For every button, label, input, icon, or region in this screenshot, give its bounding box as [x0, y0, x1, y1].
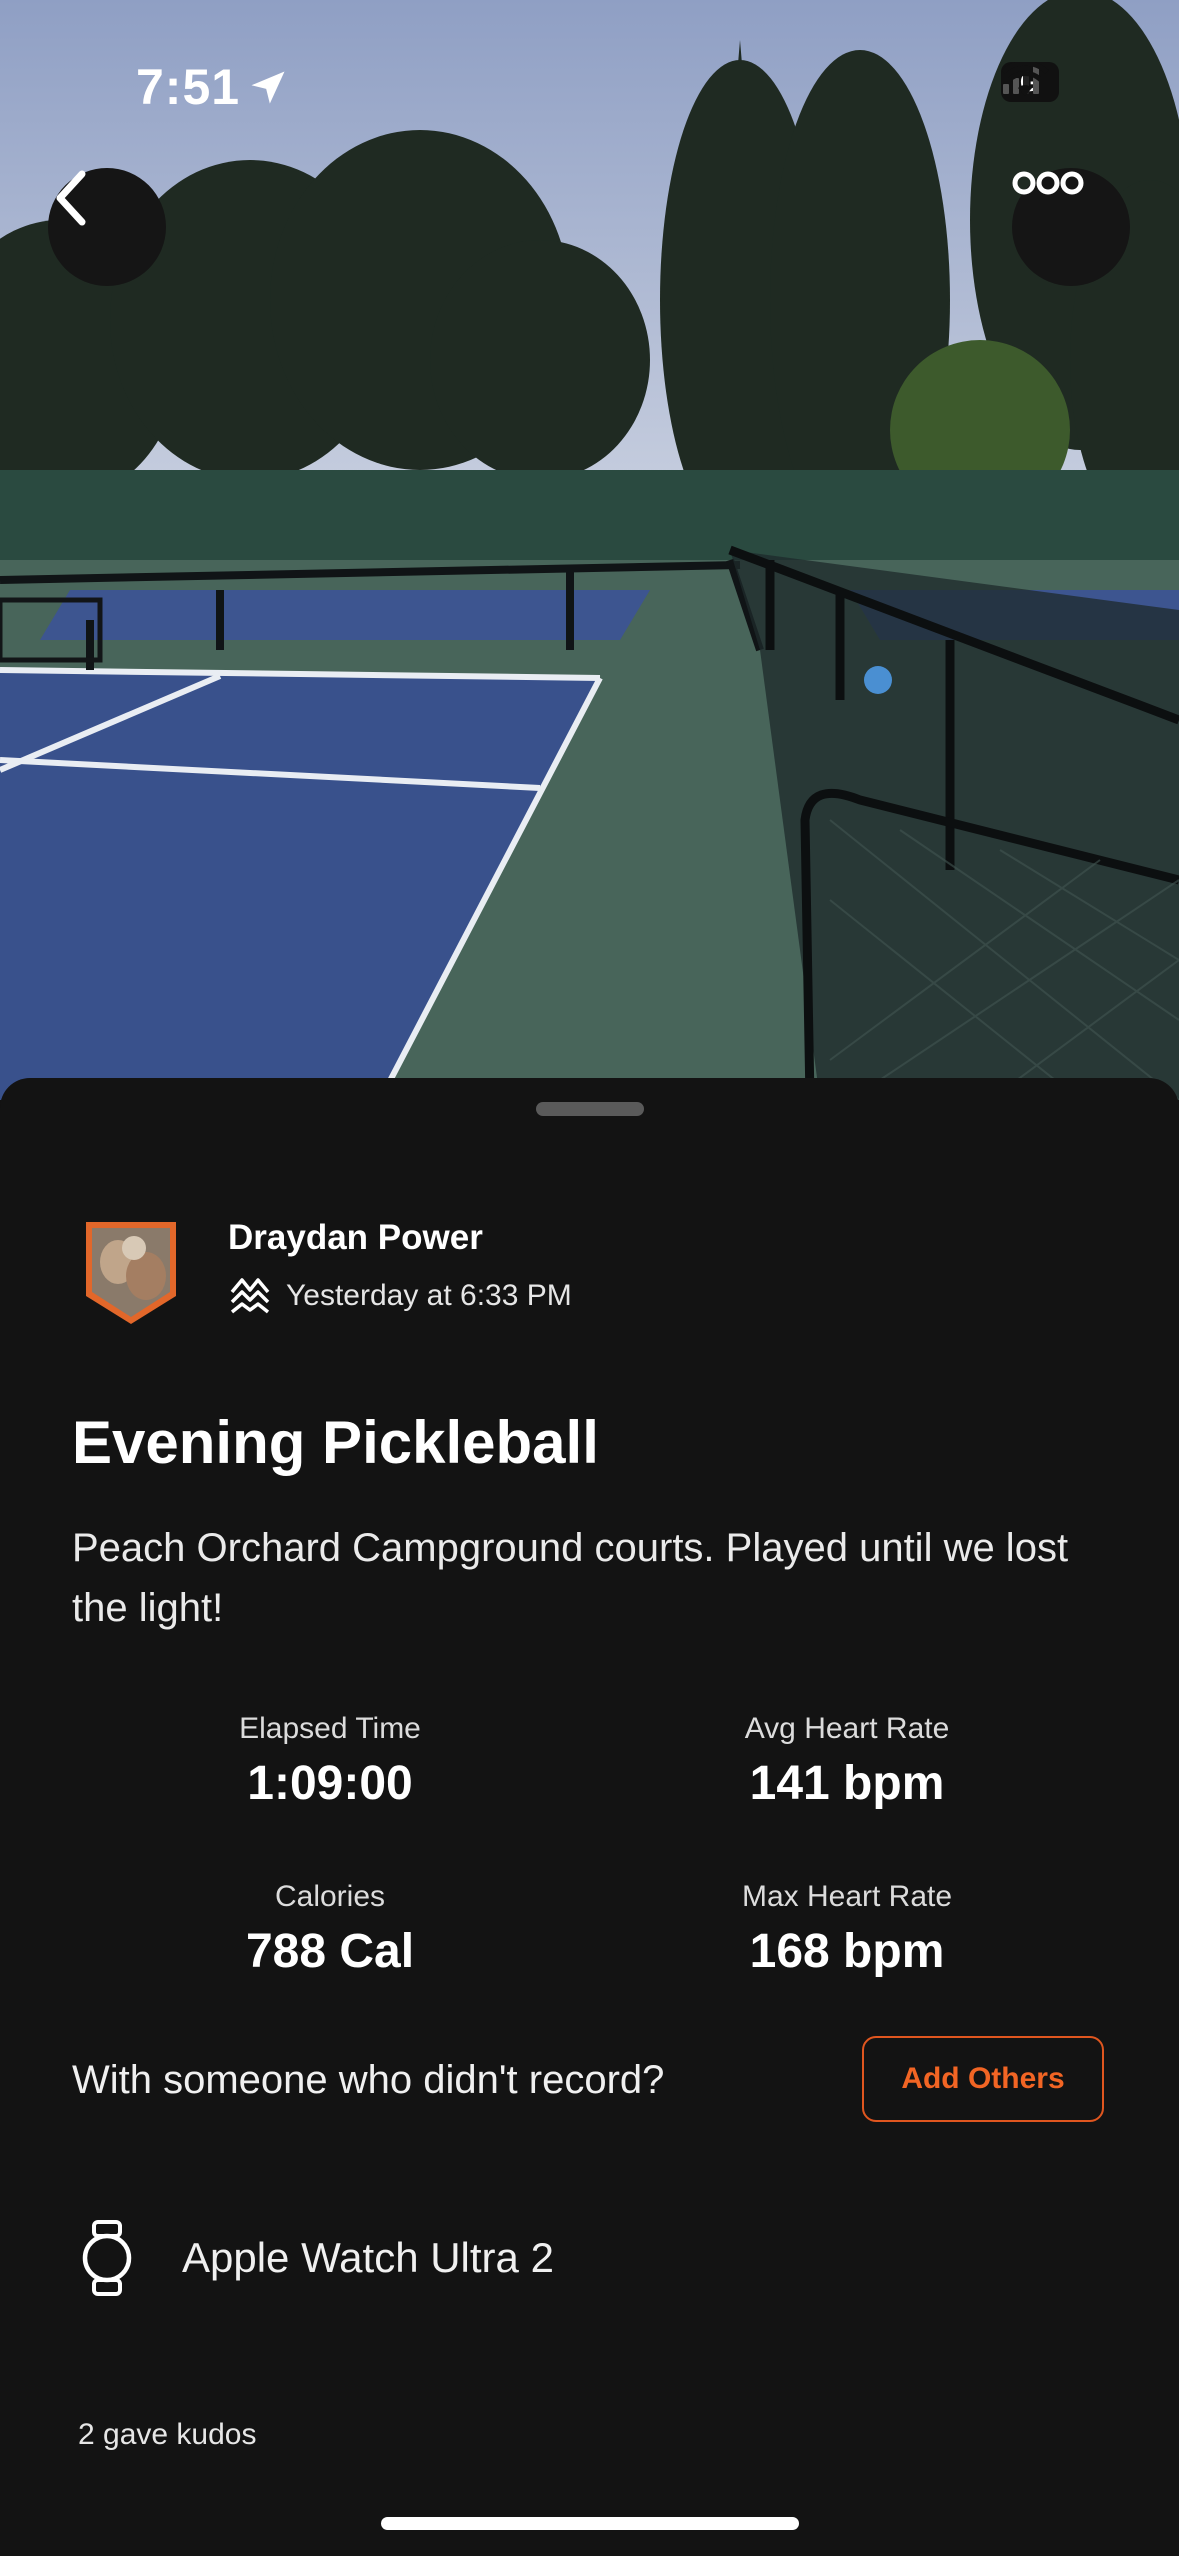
chevron-left-icon — [56, 170, 86, 226]
activity-photo[interactable]: 7:51 G — [0, 0, 1179, 1100]
stat-value: 788 Cal — [245, 1925, 415, 1978]
stat-value: 1:09:00 — [247, 1757, 413, 1810]
status-icons: G — [1001, 62, 1059, 102]
back-button[interactable] — [48, 168, 166, 286]
stat-label: Calories — [274, 1880, 386, 1913]
status-time: 7:51 — [136, 59, 241, 115]
stat-elapsed-time: Elapsed Time 1:09:00 — [120, 1712, 540, 1811]
pickleball-court-scene — [0, 0, 1179, 1100]
activity-timestamp: Yesterday at 6:33 PM — [286, 1279, 572, 1312]
activity-title: Evening Pickleball — [72, 1409, 599, 1476]
more-options-button[interactable] — [1012, 168, 1130, 286]
more-horizontal-icon — [1012, 171, 1084, 195]
athlete-avatar[interactable] — [82, 1218, 180, 1328]
activity-meta: Yesterday at 6:33 PM — [228, 1274, 572, 1318]
stat-avg-heart-rate: Avg Heart Rate 141 bpm — [637, 1712, 1057, 1811]
activity-detail-sheet: Draydan Power Yesterday at 6:33 PM Eveni… — [0, 1078, 1179, 2556]
sheet-grabber[interactable] — [536, 1102, 644, 1116]
activity-type-icon — [230, 1278, 270, 1314]
athlete-name[interactable]: Draydan Power — [228, 1218, 483, 1258]
watch-icon — [82, 2220, 132, 2296]
stat-calories: Calories 788 Cal — [120, 1880, 540, 1979]
stat-value: 168 bpm — [749, 1925, 945, 1978]
home-indicator[interactable] — [381, 2517, 799, 2530]
stat-value: 141 bpm — [749, 1757, 945, 1810]
stat-label: Avg Heart Rate — [744, 1712, 950, 1745]
activity-description: Peach Orchard Campground courts. Played … — [72, 1526, 1069, 1630]
location-arrow-icon — [251, 71, 285, 104]
wifi-icon — [1001, 62, 1049, 96]
add-others-button[interactable]: Add Others — [862, 2036, 1104, 2122]
device-row[interactable]: Apple Watch Ultra 2 — [80, 2220, 554, 2296]
device-name: Apple Watch Ultra 2 — [182, 2234, 554, 2281]
stat-label: Max Heart Rate — [741, 1880, 953, 1913]
add-others-prompt: With someone who didn't record? — [72, 2058, 665, 2102]
stat-label: Elapsed Time — [239, 1712, 421, 1745]
kudos-count[interactable]: 2 gave kudos — [78, 2418, 256, 2452]
stat-max-heart-rate: Max Heart Rate 168 bpm — [637, 1880, 1057, 1979]
